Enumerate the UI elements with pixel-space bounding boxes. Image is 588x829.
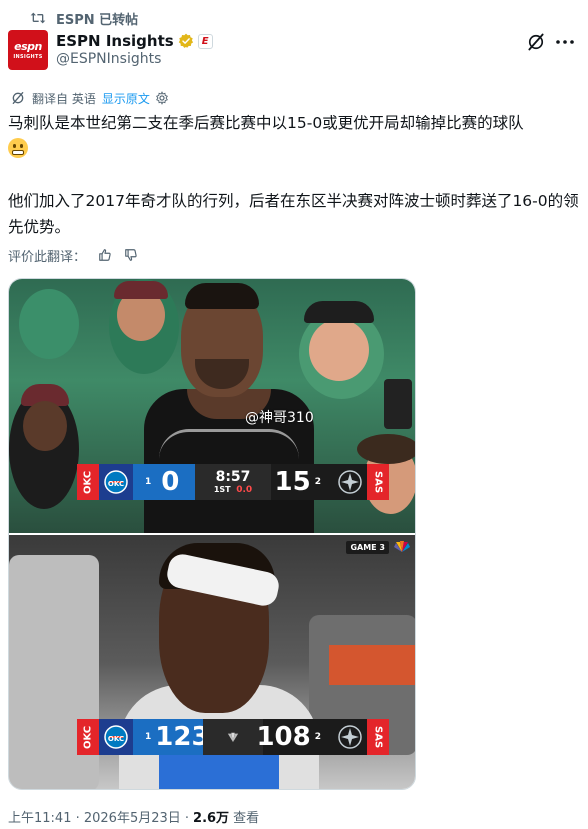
avatar-logo-text: espn (14, 40, 42, 53)
display-name[interactable]: ESPN Insights (56, 32, 174, 50)
spurs-logo-icon (333, 719, 367, 755)
home-timeouts: 2 (314, 477, 321, 487)
repost-label: ESPN 已转帖 (56, 12, 139, 28)
translated-from-label: 翻译自 英语 (32, 91, 96, 106)
tweet-media[interactable]: @神哥310 OKC OKC 1 0 8:57 1ST 0.0 15 2 SAS (8, 278, 416, 790)
home-score: 15 (274, 467, 311, 497)
tweet-header: espn INSIGHTS ESPN Insights E @ESPNInsig… (8, 30, 580, 72)
grok-translate-icon (12, 92, 24, 104)
home-team-abbr: SAS (367, 464, 389, 500)
rate-translation-label: 评价此翻译： (8, 249, 87, 265)
avatar-sub-text: INSIGHTS (13, 54, 43, 60)
game-clock-final (203, 719, 263, 755)
more-options-button[interactable] (554, 32, 576, 52)
media-watermark: @神哥310 (245, 410, 314, 426)
views-label: 查看 (233, 810, 260, 826)
nbc-peacock-icon (227, 732, 239, 743)
home-team-abbr: SAS (367, 719, 389, 755)
svg-text:OKC: OKC (108, 735, 124, 743)
thumbs-up-icon[interactable] (98, 248, 112, 262)
views-count: 2.6万 (193, 810, 230, 826)
scorebar-1: OKC OKC 1 0 8:57 1ST 0.0 15 2 SAS (77, 464, 389, 500)
away-team-abbr: OKC (77, 719, 99, 755)
name-line: ESPN Insights E (56, 31, 213, 51)
svg-text:OKC: OKC (108, 480, 124, 488)
timestamp[interactable]: 上午11:41 · 2026年5月23日 · (8, 807, 189, 826)
away-timeouts: 1 (145, 477, 152, 487)
away-timeouts: 1 (145, 732, 152, 742)
away-team-abbr: OKC (77, 464, 99, 500)
grok-icon[interactable] (526, 32, 546, 52)
clock-time: 8:57 (215, 468, 251, 485)
shot-clock: 0.0 (236, 484, 253, 495)
home-score: 108 (256, 722, 311, 752)
repost-indicator[interactable]: ESPN 已转帖 (30, 9, 139, 28)
tweet-line-1: 马刺队是本世纪第二支在季后赛比赛中以15-0或更优开局却输掉比赛的球队 (8, 114, 524, 132)
grimacing-face-icon (8, 138, 28, 158)
avatar[interactable]: espn INSIGHTS (8, 30, 48, 70)
settings-gear-icon[interactable] (155, 91, 169, 105)
game-number-badge: GAME 3 (346, 541, 389, 554)
translation-info: 翻译自 英语 显示原文 (10, 89, 169, 107)
photo-gilgeous-alexander[interactable]: GAME 3 OKC OKC 1 123 108 2 SAS (9, 535, 415, 789)
affiliate-badge-icon[interactable]: E (197, 33, 213, 49)
away-score: 0 (161, 467, 180, 497)
spurs-logo-icon (333, 464, 367, 500)
thumbs-down-icon[interactable] (124, 248, 138, 262)
show-original-link[interactable]: 显示原文 (102, 90, 150, 107)
rate-translation: 评价此翻译： (8, 245, 138, 265)
thunder-logo-icon: OKC (99, 719, 133, 755)
game-clock: 8:57 1ST 0.0 (195, 464, 271, 500)
nbc-peacock-icon (394, 541, 410, 552)
tweet-footer: 上午11:41 · 2026年5月23日 · 2.6万 查看 (8, 807, 260, 826)
tweet-body: 马刺队是本世纪第二支在季后赛比赛中以15-0或更优开局却输掉比赛的球队 他们加入… (8, 110, 580, 240)
repost-icon (30, 12, 46, 24)
home-timeouts: 2 (314, 732, 321, 742)
period: 1ST (213, 484, 231, 494)
scorebar-2: OKC OKC 1 123 108 2 SAS (77, 719, 389, 755)
thunder-logo-icon: OKC (99, 464, 133, 500)
away-score: 123 (155, 722, 210, 752)
user-handle[interactable]: @ESPNInsights (56, 51, 161, 67)
more-icon (556, 40, 574, 44)
photo-wembanyama[interactable]: @神哥310 OKC OKC 1 0 8:57 1ST 0.0 15 2 SAS (9, 279, 415, 533)
tweet-line-2: 他们加入了2017年奇才队的行列，后者在东区半决赛对阵波士顿时葬送了16-0的领… (8, 192, 579, 236)
verified-badge-icon[interactable] (178, 33, 194, 49)
